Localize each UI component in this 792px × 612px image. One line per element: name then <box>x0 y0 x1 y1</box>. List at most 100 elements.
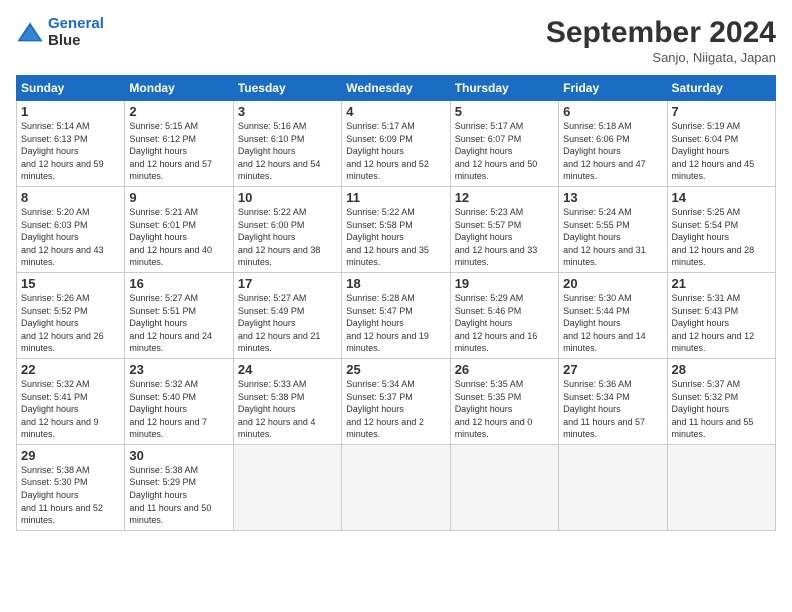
table-row <box>450 444 558 530</box>
day-info: Sunrise: 5:22 AMSunset: 6:00 PMDaylight … <box>238 206 337 269</box>
table-row: 9Sunrise: 5:21 AMSunset: 6:01 PMDaylight… <box>125 186 233 272</box>
table-row: 16Sunrise: 5:27 AMSunset: 5:51 PMDayligh… <box>125 272 233 358</box>
table-row <box>342 444 450 530</box>
table-row: 29Sunrise: 5:38 AMSunset: 5:30 PMDayligh… <box>17 444 125 530</box>
day-info: Sunrise: 5:27 AMSunset: 5:51 PMDaylight … <box>129 292 228 355</box>
calendar-week-row: 29Sunrise: 5:38 AMSunset: 5:30 PMDayligh… <box>17 444 776 530</box>
day-info: Sunrise: 5:38 AMSunset: 5:30 PMDaylight … <box>21 464 120 527</box>
day-info: Sunrise: 5:26 AMSunset: 5:52 PMDaylight … <box>21 292 120 355</box>
table-row: 17Sunrise: 5:27 AMSunset: 5:49 PMDayligh… <box>233 272 341 358</box>
day-number: 3 <box>238 104 337 119</box>
day-number: 12 <box>455 190 554 205</box>
table-row: 26Sunrise: 5:35 AMSunset: 5:35 PMDayligh… <box>450 358 558 444</box>
table-row: 30Sunrise: 5:38 AMSunset: 5:29 PMDayligh… <box>125 444 233 530</box>
table-row: 8Sunrise: 5:20 AMSunset: 6:03 PMDaylight… <box>17 186 125 272</box>
table-row: 12Sunrise: 5:23 AMSunset: 5:57 PMDayligh… <box>450 186 558 272</box>
table-row: 21Sunrise: 5:31 AMSunset: 5:43 PMDayligh… <box>667 272 775 358</box>
day-info: Sunrise: 5:37 AMSunset: 5:32 PMDaylight … <box>672 378 771 441</box>
table-row: 20Sunrise: 5:30 AMSunset: 5:44 PMDayligh… <box>559 272 667 358</box>
table-row: 6Sunrise: 5:18 AMSunset: 6:06 PMDaylight… <box>559 101 667 187</box>
day-number: 14 <box>672 190 771 205</box>
day-info: Sunrise: 5:31 AMSunset: 5:43 PMDaylight … <box>672 292 771 355</box>
col-saturday: Saturday <box>667 76 775 101</box>
day-info: Sunrise: 5:15 AMSunset: 6:12 PMDaylight … <box>129 120 228 183</box>
day-number: 25 <box>346 362 445 377</box>
day-number: 24 <box>238 362 337 377</box>
table-row <box>667 444 775 530</box>
day-info: Sunrise: 5:34 AMSunset: 5:37 PMDaylight … <box>346 378 445 441</box>
day-number: 30 <box>129 448 228 463</box>
day-info: Sunrise: 5:29 AMSunset: 5:46 PMDaylight … <box>455 292 554 355</box>
day-info: Sunrise: 5:28 AMSunset: 5:47 PMDaylight … <box>346 292 445 355</box>
day-number: 21 <box>672 276 771 291</box>
table-row: 14Sunrise: 5:25 AMSunset: 5:54 PMDayligh… <box>667 186 775 272</box>
table-row: 13Sunrise: 5:24 AMSunset: 5:55 PMDayligh… <box>559 186 667 272</box>
table-row: 10Sunrise: 5:22 AMSunset: 6:00 PMDayligh… <box>233 186 341 272</box>
day-number: 13 <box>563 190 662 205</box>
table-row: 7Sunrise: 5:19 AMSunset: 6:04 PMDaylight… <box>667 101 775 187</box>
day-number: 1 <box>21 104 120 119</box>
table-row: 24Sunrise: 5:33 AMSunset: 5:38 PMDayligh… <box>233 358 341 444</box>
title-block: September 2024 Sanjo, Niigata, Japan <box>546 16 776 65</box>
day-number: 4 <box>346 104 445 119</box>
col-friday: Friday <box>559 76 667 101</box>
col-thursday: Thursday <box>450 76 558 101</box>
day-number: 17 <box>238 276 337 291</box>
table-row <box>559 444 667 530</box>
day-number: 19 <box>455 276 554 291</box>
day-info: Sunrise: 5:18 AMSunset: 6:06 PMDaylight … <box>563 120 662 183</box>
main-container: General Blue September 2024 Sanjo, Niiga… <box>0 0 792 541</box>
col-sunday: Sunday <box>17 76 125 101</box>
calendar-week-row: 22Sunrise: 5:32 AMSunset: 5:41 PMDayligh… <box>17 358 776 444</box>
logo-icon <box>16 19 44 47</box>
day-info: Sunrise: 5:25 AMSunset: 5:54 PMDaylight … <box>672 206 771 269</box>
day-number: 15 <box>21 276 120 291</box>
day-info: Sunrise: 5:36 AMSunset: 5:34 PMDaylight … <box>563 378 662 441</box>
day-info: Sunrise: 5:16 AMSunset: 6:10 PMDaylight … <box>238 120 337 183</box>
page-header: General Blue September 2024 Sanjo, Niiga… <box>16 16 776 65</box>
table-row <box>233 444 341 530</box>
day-info: Sunrise: 5:27 AMSunset: 5:49 PMDaylight … <box>238 292 337 355</box>
day-info: Sunrise: 5:32 AMSunset: 5:41 PMDaylight … <box>21 378 120 441</box>
table-row: 5Sunrise: 5:17 AMSunset: 6:07 PMDaylight… <box>450 101 558 187</box>
day-info: Sunrise: 5:22 AMSunset: 5:58 PMDaylight … <box>346 206 445 269</box>
calendar-week-row: 1Sunrise: 5:14 AMSunset: 6:13 PMDaylight… <box>17 101 776 187</box>
day-info: Sunrise: 5:14 AMSunset: 6:13 PMDaylight … <box>21 120 120 183</box>
day-info: Sunrise: 5:35 AMSunset: 5:35 PMDaylight … <box>455 378 554 441</box>
table-row: 23Sunrise: 5:32 AMSunset: 5:40 PMDayligh… <box>125 358 233 444</box>
day-info: Sunrise: 5:19 AMSunset: 6:04 PMDaylight … <box>672 120 771 183</box>
day-info: Sunrise: 5:38 AMSunset: 5:29 PMDaylight … <box>129 464 228 527</box>
day-number: 26 <box>455 362 554 377</box>
day-number: 2 <box>129 104 228 119</box>
day-number: 5 <box>455 104 554 119</box>
calendar-week-row: 8Sunrise: 5:20 AMSunset: 6:03 PMDaylight… <box>17 186 776 272</box>
day-info: Sunrise: 5:32 AMSunset: 5:40 PMDaylight … <box>129 378 228 441</box>
logo-text-general: General <box>48 15 104 32</box>
day-info: Sunrise: 5:24 AMSunset: 5:55 PMDaylight … <box>563 206 662 269</box>
day-number: 29 <box>21 448 120 463</box>
day-number: 6 <box>563 104 662 119</box>
day-number: 10 <box>238 190 337 205</box>
day-number: 18 <box>346 276 445 291</box>
table-row: 4Sunrise: 5:17 AMSunset: 6:09 PMDaylight… <box>342 101 450 187</box>
table-row: 27Sunrise: 5:36 AMSunset: 5:34 PMDayligh… <box>559 358 667 444</box>
day-number: 11 <box>346 190 445 205</box>
day-info: Sunrise: 5:17 AMSunset: 6:09 PMDaylight … <box>346 120 445 183</box>
day-info: Sunrise: 5:21 AMSunset: 6:01 PMDaylight … <box>129 206 228 269</box>
day-info: Sunrise: 5:33 AMSunset: 5:38 PMDaylight … <box>238 378 337 441</box>
day-info: Sunrise: 5:17 AMSunset: 6:07 PMDaylight … <box>455 120 554 183</box>
table-row: 22Sunrise: 5:32 AMSunset: 5:41 PMDayligh… <box>17 358 125 444</box>
month-title: September 2024 <box>546 16 776 50</box>
day-info: Sunrise: 5:20 AMSunset: 6:03 PMDaylight … <box>21 206 120 269</box>
logo: General Blue <box>16 16 104 49</box>
table-row: 2Sunrise: 5:15 AMSunset: 6:12 PMDaylight… <box>125 101 233 187</box>
day-number: 27 <box>563 362 662 377</box>
day-number: 9 <box>129 190 228 205</box>
table-row: 28Sunrise: 5:37 AMSunset: 5:32 PMDayligh… <box>667 358 775 444</box>
col-monday: Monday <box>125 76 233 101</box>
table-row: 15Sunrise: 5:26 AMSunset: 5:52 PMDayligh… <box>17 272 125 358</box>
day-info: Sunrise: 5:30 AMSunset: 5:44 PMDaylight … <box>563 292 662 355</box>
calendar-week-row: 15Sunrise: 5:26 AMSunset: 5:52 PMDayligh… <box>17 272 776 358</box>
calendar-table: Sunday Monday Tuesday Wednesday Thursday… <box>16 75 776 531</box>
logo-text-blue: Blue <box>48 32 81 49</box>
